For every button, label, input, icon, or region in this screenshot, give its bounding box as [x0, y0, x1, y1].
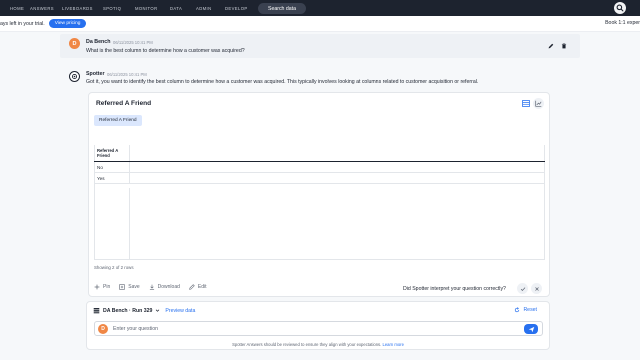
- composer-panel: DA Bench · Run 329 Preview data Reset D …: [86, 301, 550, 350]
- answer-title: Referred A Friend: [96, 100, 152, 107]
- results-table: Referred A Friend No Yes: [94, 145, 545, 184]
- datasource-icon: [93, 308, 100, 314]
- nav-admin[interactable]: ADMIN: [196, 6, 212, 11]
- save-label: Save: [128, 284, 140, 290]
- answer-actions: Pin Save Download Edit: [94, 284, 216, 290]
- reset-icon: [515, 307, 520, 313]
- pin-button[interactable]: Pin: [94, 284, 110, 290]
- nav-answers[interactable]: ANSWERS: [30, 6, 54, 11]
- edit-button[interactable]: Edit: [189, 284, 207, 290]
- download-icon: [149, 284, 154, 290]
- nav-liveboards[interactable]: LIVEBOARDS: [62, 6, 93, 11]
- feedback-question: Did Spotter interpret your question corr…: [403, 286, 506, 292]
- trial-days-text: ays left in your trial.: [0, 20, 45, 27]
- message-timestamp: 06/11/2025 10:41 PM: [113, 40, 153, 45]
- table-view-icon[interactable]: [521, 99, 531, 108]
- column-header[interactable]: Referred A Friend: [94, 145, 130, 161]
- save-icon: [119, 284, 125, 290]
- disclaimer: Spotter Answers should be reviewed to en…: [87, 342, 549, 347]
- table-empty-area: [94, 188, 545, 260]
- table-cell: Yes: [94, 173, 130, 183]
- delete-icon[interactable]: [560, 42, 568, 50]
- user-message: D Da Bench 06/11/2025 10:41 PM What is t…: [60, 34, 580, 58]
- disclaimer-text: Spotter Answers should be reviewed to en…: [232, 342, 382, 347]
- table-row: No: [94, 162, 545, 173]
- chevron-down-icon[interactable]: [155, 308, 160, 313]
- column-divider: [129, 188, 130, 260]
- spotter-timestamp: 06/11/2025 10:41 PM: [107, 72, 147, 77]
- avatar: D: [98, 324, 108, 334]
- send-icon: [528, 326, 534, 332]
- save-button[interactable]: Save: [119, 284, 140, 290]
- top-navigation: HOME ANSWERS LIVEBOARDS SPOTIQ MONITOR D…: [0, 0, 640, 16]
- reset-label: Reset: [523, 307, 537, 313]
- pin-icon: [94, 284, 100, 290]
- spotter-avatar: [69, 71, 80, 82]
- book-expert-link[interactable]: Book 1:1 exper: [605, 20, 640, 26]
- question-input[interactable]: [113, 324, 513, 334]
- close-icon[interactable]: [531, 283, 542, 294]
- preview-data-link[interactable]: Preview data: [165, 308, 195, 314]
- nav-spotiq[interactable]: SPOTIQ: [103, 6, 121, 11]
- search-data-button[interactable]: Search data: [258, 3, 306, 14]
- nav-develop[interactable]: DEVELOP: [225, 6, 248, 11]
- table-row: Yes: [94, 173, 545, 184]
- view-pricing-button[interactable]: View pricing: [48, 19, 87, 28]
- chart-view-icon[interactable]: [533, 98, 544, 109]
- datasource-row: DA Bench · Run 329 Preview data: [93, 307, 195, 314]
- datasource-selector[interactable]: DA Bench · Run 329: [103, 308, 152, 314]
- row-count-text: Showing 2 of 2 rows: [94, 265, 134, 270]
- avatar: D: [69, 38, 80, 49]
- pencil-icon: [189, 284, 195, 290]
- nav-monitor[interactable]: MONITOR: [135, 6, 158, 11]
- spotter-name: Spotter: [86, 71, 105, 77]
- download-button[interactable]: Download: [149, 284, 180, 290]
- download-label: Download: [157, 284, 180, 290]
- send-button[interactable]: [524, 324, 538, 334]
- nav-data[interactable]: DATA: [170, 6, 182, 11]
- reset-button[interactable]: Reset: [514, 307, 537, 313]
- table-cell: No: [94, 162, 130, 172]
- learn-more-link[interactable]: Learn more: [382, 342, 403, 347]
- answer-card: Referred A Friend Referred A Friend Refe…: [88, 92, 550, 297]
- nav-home[interactable]: HOME: [10, 6, 24, 11]
- edit-icon[interactable]: [547, 42, 555, 50]
- trial-banner: ays left in your trial. View pricing Boo…: [0, 16, 640, 32]
- filter-chip[interactable]: Referred A Friend: [94, 115, 142, 126]
- message-text: What is the best column to determine how…: [86, 48, 245, 54]
- search-icon[interactable]: [614, 2, 626, 14]
- table-header: Referred A Friend: [94, 145, 545, 162]
- spotter-message-text: Got it, you want to identify the best co…: [86, 79, 479, 85]
- edit-label: Edit: [197, 284, 207, 290]
- thumbs-up-check-icon[interactable]: [517, 283, 528, 294]
- question-input-box: D: [94, 321, 543, 336]
- message-author: Da Bench: [86, 39, 111, 45]
- pin-label: Pin: [103, 284, 111, 290]
